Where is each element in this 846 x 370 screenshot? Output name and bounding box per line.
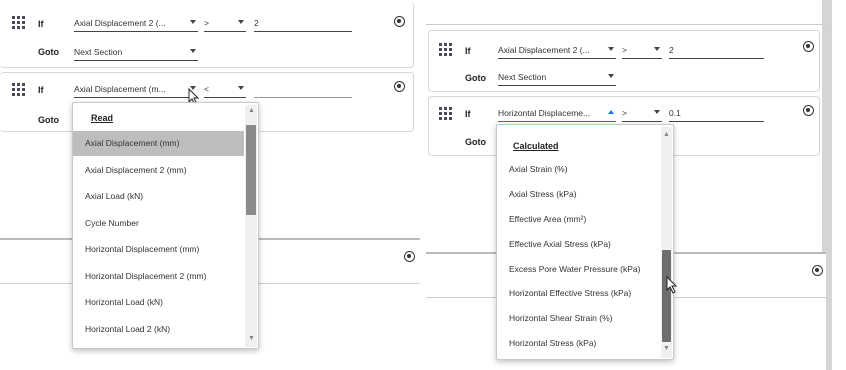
dropdown-option[interactable]: Horizontal Shear Strain (%): [497, 307, 660, 330]
chevron-down-icon: [654, 110, 660, 114]
top-divider: [426, 24, 826, 25]
dropdown-option[interactable]: Horizontal Displacement 2 (mm): [73, 264, 244, 289]
dropdown-option[interactable]: Axial Strain (%): [497, 158, 660, 181]
parameter-select[interactable]: Axial Displacement 2 (...: [74, 16, 198, 32]
operator-select[interactable]: >: [622, 106, 662, 122]
left-panel: If Axial Displacement 2 (... > 2 Goto Ne…: [0, 0, 420, 370]
parameter-select[interactable]: Axial Displacement 2 (...: [498, 43, 616, 59]
remove-rule-icon[interactable]: [803, 105, 814, 116]
remove-rule-icon[interactable]: [803, 41, 814, 52]
goto-label: Goto: [465, 73, 486, 83]
dropdown-option[interactable]: Effective Area (mm²): [497, 208, 660, 231]
dropdown-option[interactable]: Excess Pore Water Pressure (kPa): [497, 257, 660, 280]
operator-value: <: [204, 84, 209, 94]
dropdown-option[interactable]: Axial Stress (kPa): [497, 183, 660, 206]
drag-handle-icon[interactable]: [12, 83, 26, 97]
goto-select[interactable]: Next Section: [498, 70, 616, 86]
dropdown-option[interactable]: Horizontal Load 2 (kN): [73, 317, 244, 342]
goto-label: Goto: [38, 47, 59, 57]
value-text: 2: [254, 18, 259, 28]
dropdown-option[interactable]: Horizontal Stress (kPa): [497, 332, 660, 355]
scroll-up-icon[interactable]: ▲: [248, 107, 255, 114]
remove-section-icon[interactable]: [812, 265, 823, 276]
drag-handle-icon[interactable]: [12, 16, 26, 30]
operator-value: >: [622, 108, 627, 118]
value-input[interactable]: 0.1: [669, 106, 764, 122]
mouse-cursor-icon: [666, 276, 678, 294]
goto-value: Next Section: [498, 72, 547, 82]
dropdown-option[interactable]: Axial Displacement 2 (mm): [73, 158, 244, 183]
remove-rule-icon[interactable]: [394, 81, 405, 92]
dropdown-option[interactable]: Horizontal Effective Stress (kPa): [497, 282, 660, 305]
window-edge: [826, 252, 832, 370]
operator-value: >: [622, 45, 627, 55]
dropdown-option[interactable]: Effective Axial Stress (kPa): [497, 232, 660, 255]
chevron-down-icon: [608, 47, 614, 51]
operator-select[interactable]: >: [622, 43, 662, 59]
value-text: 0.1: [669, 108, 681, 118]
chevron-down-icon: [238, 86, 244, 90]
parameter-dropdown: Read Axial Displacement (mm) Axial Displa…: [72, 102, 259, 349]
goto-label: Goto: [465, 137, 486, 147]
scroll-down-icon[interactable]: ▼: [663, 345, 670, 352]
right-panel: If Axial Displacement 2 (... > 2 Goto Ne…: [426, 0, 846, 370]
parameter-value: Axial Displacement (m...: [74, 84, 166, 94]
remove-section-icon[interactable]: [404, 251, 415, 262]
value-text: 2: [669, 45, 674, 55]
if-label: If: [38, 85, 44, 95]
scrollbar-thumb[interactable]: [662, 250, 671, 342]
scrollbar-thumb[interactable]: [246, 125, 256, 215]
scroll-down-icon[interactable]: ▼: [248, 335, 255, 342]
chevron-up-icon: [608, 110, 614, 114]
remove-rule-icon[interactable]: [394, 16, 405, 27]
rule-card-1: If Axial Displacement 2 (... > 2 Goto Ne…: [0, 2, 414, 68]
value-input[interactable]: [254, 82, 352, 98]
parameter-value: Horizontal Displaceme...: [498, 108, 591, 118]
parameter-select[interactable]: Axial Displacement (m...: [74, 82, 198, 98]
operator-value: >: [204, 18, 209, 28]
chevron-down-icon: [190, 20, 196, 24]
operator-select[interactable]: <: [204, 82, 246, 98]
chevron-down-icon: [238, 20, 244, 24]
if-label: If: [465, 109, 471, 119]
if-label: If: [38, 19, 44, 29]
chevron-down-icon: [608, 74, 614, 78]
rule-card-1: If Axial Displacement 2 (... > 2 Goto Ne…: [428, 30, 820, 92]
dropdown-option[interactable]: Axial Displacement (mm): [73, 131, 244, 156]
drag-handle-icon[interactable]: [439, 43, 453, 57]
window-edge: [822, 0, 832, 252]
chevron-down-icon: [190, 49, 196, 53]
scroll-up-icon[interactable]: ▲: [663, 131, 670, 138]
operator-select[interactable]: >: [204, 16, 246, 32]
goto-value: Next Section: [74, 47, 123, 57]
parameter-select[interactable]: Horizontal Displaceme...: [498, 106, 616, 122]
value-input[interactable]: 2: [254, 16, 352, 32]
dropdown-group-heading: Read: [91, 113, 114, 123]
parameter-dropdown: Calculated Axial Strain (%) Axial Stress …: [496, 124, 674, 360]
chevron-down-icon: [654, 47, 660, 51]
goto-label: Goto: [38, 115, 59, 125]
parameter-value: Axial Displacement 2 (...: [498, 45, 590, 55]
goto-select[interactable]: Next Section: [74, 45, 198, 61]
parameter-value: Axial Displacement 2 (...: [74, 18, 166, 28]
dropdown-group-heading: Calculated: [513, 141, 559, 151]
dropdown-option[interactable]: Horizontal Load (kN): [73, 290, 244, 315]
if-label: If: [465, 46, 471, 56]
drag-handle-icon[interactable]: [439, 107, 453, 121]
dropdown-option[interactable]: Axial Load (kN): [73, 184, 244, 209]
dropdown-option[interactable]: Horizontal Displacement (mm): [73, 237, 244, 262]
value-input[interactable]: 2: [669, 43, 764, 59]
dropdown-option[interactable]: Cycle Number: [73, 211, 244, 236]
